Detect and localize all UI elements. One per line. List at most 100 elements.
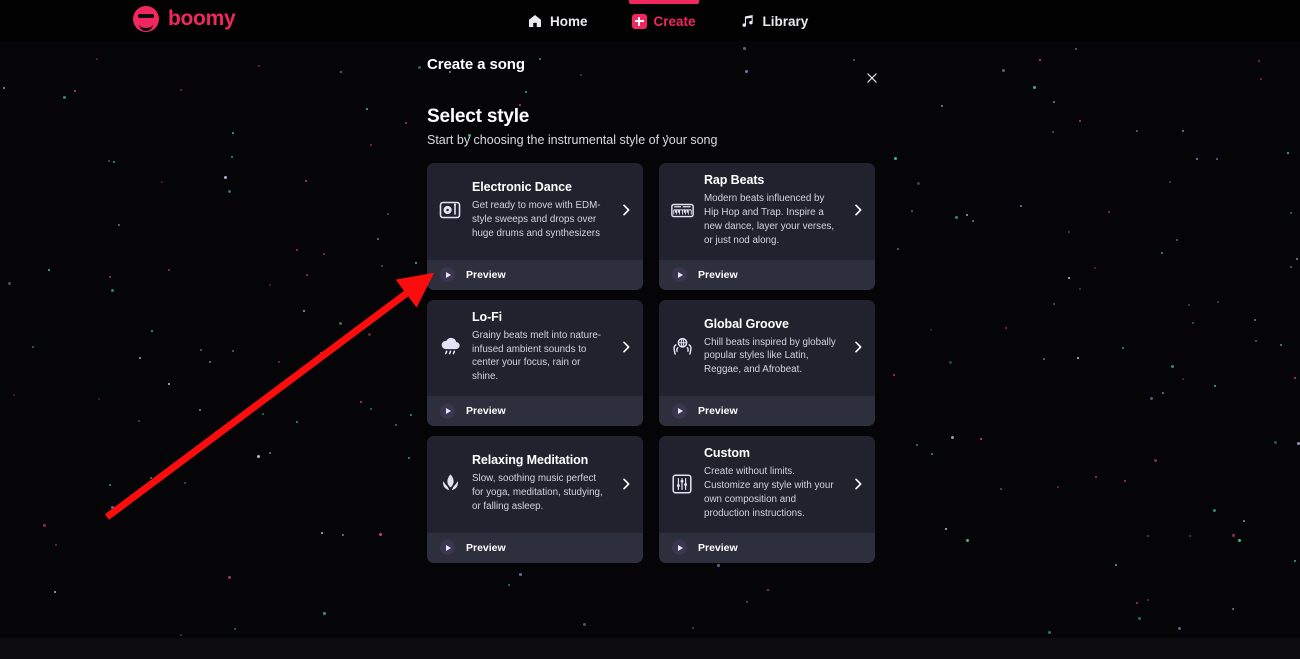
style-card-body: Rap Beats Modern beats influenced by Hip…: [659, 163, 875, 260]
star-dot: [1052, 131, 1054, 133]
star-dot: [1171, 365, 1174, 368]
style-card-electronic-dance[interactable]: Electronic Dance Get ready to move with …: [427, 163, 643, 290]
play-icon: [440, 403, 455, 419]
star-dot: [410, 414, 412, 416]
star-dot: [199, 409, 201, 411]
star-dot: [894, 157, 897, 160]
star-dot: [415, 262, 417, 264]
star-dot: [1243, 520, 1245, 522]
style-card-description: Grainy beats melt into nature-infused am…: [472, 329, 602, 383]
star-dot: [767, 589, 769, 591]
star-dot: [1294, 560, 1296, 562]
star-dot: [1136, 130, 1138, 132]
star-dot: [408, 457, 410, 459]
style-card-lo-fi[interactable]: Lo-Fi Grainy beats melt into nature-infu…: [427, 299, 643, 427]
star-dot: [360, 401, 362, 403]
star-dot: [931, 453, 933, 455]
preview-button[interactable]: Preview: [659, 259, 875, 290]
star-dot: [583, 623, 586, 626]
star-dot: [1033, 86, 1036, 89]
style-card-text: Electronic Dance Get ready to move with …: [472, 180, 608, 241]
star-dot: [118, 224, 120, 226]
star-dot: [32, 346, 34, 348]
close-icon[interactable]: [860, 66, 884, 90]
preview-button[interactable]: Preview: [427, 259, 643, 290]
star-dot: [1108, 211, 1110, 213]
style-card-text: Global Groove Chill beats inspired by gl…: [704, 317, 840, 378]
preview-button[interactable]: Preview: [427, 396, 643, 427]
star-dot: [111, 506, 114, 509]
star-dot: [305, 180, 307, 182]
preview-button[interactable]: Preview: [427, 532, 643, 563]
star-dot: [980, 438, 982, 440]
chevron-right-icon[interactable]: [617, 202, 635, 218]
star-dot: [43, 524, 46, 527]
star-dot: [1296, 258, 1298, 260]
star-dot: [1161, 252, 1163, 254]
star-dot: [278, 361, 280, 363]
style-card-title: Lo-Fi: [472, 309, 503, 324]
star-dot: [519, 573, 522, 576]
section-subtitle: Start by choosing the instrumental style…: [427, 133, 718, 147]
star-dot: [370, 408, 372, 410]
style-card-body: Custom Create without limits. Customize …: [659, 436, 875, 533]
star-dot: [1150, 397, 1153, 400]
star-dot: [917, 182, 920, 185]
preview-button[interactable]: Preview: [659, 396, 875, 427]
star-dot: [949, 361, 952, 364]
star-dot: [1192, 322, 1194, 324]
star-dot: [184, 482, 186, 484]
chevron-right-icon[interactable]: [849, 476, 867, 492]
star-dot: [200, 349, 202, 351]
style-card-custom[interactable]: Custom Create without limits. Customize …: [659, 436, 875, 563]
main-nav: Home Create Library: [527, 0, 808, 42]
style-card-body: Electronic Dance Get ready to move with …: [427, 163, 643, 260]
star-dot: [916, 444, 918, 446]
star-dot: [366, 108, 368, 110]
lotus-flower-icon: [437, 471, 463, 497]
star-dot: [1048, 631, 1051, 634]
star-dot: [1068, 231, 1070, 233]
style-card-body: Lo-Fi Grainy beats melt into nature-infu…: [427, 300, 643, 397]
star-dot: [1115, 564, 1117, 566]
star-dot: [340, 71, 342, 73]
star-dot: [368, 333, 371, 336]
nav-item-library-label: Library: [762, 13, 809, 29]
star-dot: [321, 532, 323, 534]
star-dot: [387, 213, 389, 215]
star-dot: [138, 420, 140, 422]
star-dot: [234, 628, 236, 630]
star-dot: [1136, 602, 1138, 604]
nav-item-create[interactable]: Create: [628, 0, 699, 42]
top-navigation-bar: boomy Home Create Library: [0, 0, 1300, 42]
star-dot: [296, 249, 298, 251]
brand-logo[interactable]: boomy: [133, 6, 236, 32]
star-dot: [1057, 486, 1059, 488]
style-card-global-groove[interactable]: Global Groove Chill beats inspired by gl…: [659, 299, 875, 427]
style-card-relaxing-meditation[interactable]: Relaxing Meditation Slow, soothing music…: [427, 436, 643, 563]
star-dot: [941, 105, 943, 107]
nav-item-library[interactable]: Library: [740, 0, 809, 42]
nav-item-home[interactable]: Home: [527, 0, 588, 42]
play-icon: [672, 267, 687, 283]
star-dot: [323, 253, 325, 255]
star-dot: [1294, 377, 1296, 379]
chevron-right-icon[interactable]: [617, 339, 635, 355]
style-card-rap-beats[interactable]: Rap Beats Modern beats influenced by Hip…: [659, 163, 875, 290]
section-title: Select style: [427, 106, 530, 127]
style-card-title: Electronic Dance: [472, 179, 572, 194]
star-dot: [1213, 509, 1216, 512]
chevron-right-icon[interactable]: [849, 202, 867, 218]
chevron-right-icon[interactable]: [617, 476, 635, 492]
preview-button[interactable]: Preview: [659, 532, 875, 563]
star-dot: [717, 564, 720, 567]
style-card-description: Chill beats inspired by globally popular…: [704, 336, 836, 376]
star-dot: [1020, 205, 1022, 207]
star-dot: [1260, 78, 1262, 80]
star-dot: [1094, 267, 1096, 269]
star-dot: [930, 329, 932, 331]
star-dot: [224, 176, 227, 179]
star-dot: [228, 576, 231, 579]
star-dot: [911, 210, 913, 212]
chevron-right-icon[interactable]: [849, 339, 867, 355]
